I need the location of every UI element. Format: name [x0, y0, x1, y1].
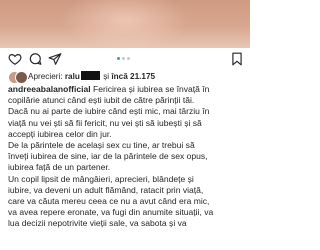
likes-joiner: și — [103, 72, 110, 81]
caption-line: lua decizii nepotrivite vieții sale, va … — [8, 218, 187, 229]
caption-line: De la părintele de același sex cu tine, … — [8, 140, 195, 151]
post-actions-bar — [0, 48, 250, 70]
caption-line: înveți iubirea de sine, iar de la părint… — [8, 151, 208, 162]
caption-line: va avea repere eronate, va fugi din anum… — [8, 207, 214, 218]
liker-name[interactable]: ralu — [65, 72, 80, 81]
likes-text: Aprecieri: ralu și încă 21.175 — [28, 70, 155, 83]
heart-icon[interactable] — [8, 52, 22, 66]
post-caption: andreeabalanofficial Fericirea și iubire… — [8, 84, 246, 230]
carousel-dot-active — [117, 57, 120, 60]
likes-count[interactable]: încă 21.175 — [111, 72, 155, 81]
carousel-indicator — [117, 57, 137, 61]
caption-line: andreeabalanofficial Fericirea și iubire… — [8, 84, 246, 95]
caption-line: care va căuta mereu ceea ce nu a avut câ… — [8, 196, 210, 207]
bookmark-icon[interactable] — [230, 52, 244, 66]
caption-username[interactable]: andreeabalanofficial — [8, 84, 91, 94]
caption-line: iubirea față de un partener. — [8, 162, 111, 173]
caption-line: copilărie atunci când ești iubit de cătr… — [8, 95, 195, 106]
caption-line: accepți iubirea celor din jur. — [8, 128, 112, 139]
comment-icon[interactable] — [28, 52, 42, 66]
send-icon[interactable] — [48, 52, 62, 66]
carousel-dot — [122, 57, 125, 60]
likes-prefix: Aprecieri: — [28, 72, 63, 81]
caption-text: Fericirea și iubirea se învață în — [93, 84, 210, 94]
carousel-dot — [127, 57, 130, 60]
caption-line: viață nu vei ști să fii fericit, nu vei … — [8, 117, 202, 128]
caption-line: Dacă nu ai parte de iubire când ești mic… — [8, 106, 210, 117]
caption-line: iubire, va deveni un adult flămând, rata… — [8, 184, 204, 195]
likes-row[interactable]: Aprecieri: ralu și încă 21.175 — [0, 70, 250, 84]
redacted-name — [80, 71, 100, 80]
caption-line: Un copil lipsit de mângâieri, aprecieri,… — [8, 173, 194, 184]
photo-highlight — [60, 0, 190, 48]
liker-avatar — [15, 71, 28, 84]
post-photo[interactable] — [0, 0, 250, 48]
